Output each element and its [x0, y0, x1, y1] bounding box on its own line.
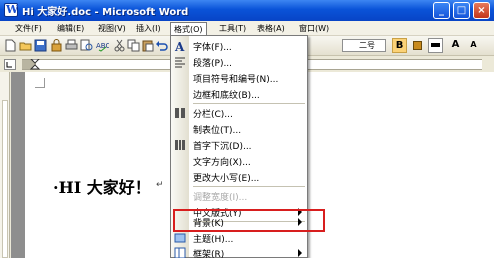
menu-window[interactable]: 窗口(W)	[296, 22, 332, 35]
font-icon: A	[174, 40, 185, 52]
menu-item-label: 分栏(C)...	[193, 110, 233, 120]
menu-item-label: 边框和底纹(B)...	[193, 91, 260, 101]
menu-item-drop-cap[interactable]: 首字下沉(D)...	[171, 137, 307, 153]
open-folder-icon[interactable]	[19, 39, 32, 52]
indent-marker-icon[interactable]	[30, 59, 40, 70]
menu-tools[interactable]: 工具(T)	[216, 22, 249, 35]
menu-item-font[interactable]: A 字体(F)...	[171, 38, 307, 54]
submenu-arrow-icon	[298, 249, 302, 257]
shrink-font-button[interactable]: A	[466, 38, 481, 53]
menu-insert[interactable]: 插入(I)	[133, 22, 164, 35]
font-color-button[interactable]	[428, 38, 443, 53]
columns-icon	[175, 108, 185, 118]
menu-view[interactable]: 视图(V)	[95, 22, 129, 35]
close-button[interactable]: ×	[473, 2, 490, 19]
menu-item-columns[interactable]: 分栏(C)...	[171, 105, 307, 121]
tab-selector-icon[interactable]	[4, 59, 16, 70]
paste-icon[interactable]	[141, 39, 154, 52]
menu-item-label: 主题(H)...	[193, 235, 234, 245]
menu-item-label: 首字下沉(D)...	[193, 142, 252, 152]
vertical-ruler-scale	[2, 100, 8, 258]
menu-item-paragraph[interactable]: 段落(P)...	[171, 54, 307, 70]
maximize-button[interactable]: □	[453, 2, 470, 19]
paragraph-mark: ↵	[156, 180, 164, 190]
bold-button[interactable]: B	[392, 38, 407, 53]
document-text[interactable]: ·HI 大家好！	[53, 174, 151, 198]
menu-item-label: 调整宽度(I)...	[193, 193, 248, 203]
font-size-select[interactable]: 二号	[342, 39, 386, 52]
title-bar: W Hi 大家好.doc - Microsoft Word _ □ ×	[0, 0, 494, 21]
menu-file[interactable]: 文件(F)	[12, 22, 45, 35]
menu-item-label: 框架(R)	[193, 250, 225, 258]
margin-corner-mark	[35, 78, 45, 88]
paragraph-icon	[175, 57, 185, 68]
highlight-color-button[interactable]	[410, 38, 425, 53]
menu-item-label: 文字方向(X)...	[193, 158, 251, 168]
grow-font-button[interactable]: A	[448, 38, 463, 53]
menu-separator	[193, 186, 305, 187]
svg-text:ABC: ABC	[96, 42, 109, 50]
menu-item-borders-shading[interactable]: 边框和底纹(B)...	[171, 86, 307, 102]
cut-icon[interactable]	[113, 39, 126, 52]
menu-bar: 文件(F) 编辑(E) 视图(V) 插入(I) 格式(O) 工具(T) 表格(A…	[0, 21, 494, 36]
menu-item-label: 更改大小写(E)...	[193, 174, 260, 184]
menu-format[interactable]: 格式(O)	[170, 22, 207, 36]
permission-icon[interactable]	[50, 39, 63, 52]
menu-item-adjust-width: 调整宽度(I)...	[171, 188, 307, 204]
print-icon[interactable]	[65, 39, 78, 52]
menu-edit[interactable]: 编辑(E)	[54, 22, 87, 35]
menu-item-label: 段落(P)...	[193, 59, 233, 69]
undo-icon[interactable]	[155, 39, 168, 52]
vertical-ruler[interactable]	[0, 72, 10, 258]
drop-cap-icon	[175, 140, 185, 150]
copy-icon[interactable]	[127, 39, 140, 52]
menu-item-tabs[interactable]: 制表位(T)...	[171, 121, 307, 137]
menu-item-bullets-numbering[interactable]: 项目符号和编号(N)...	[171, 70, 307, 86]
word-app-icon[interactable]: W	[4, 3, 18, 17]
frames-icon	[174, 247, 186, 258]
svg-text:A: A	[174, 40, 185, 52]
save-icon[interactable]	[34, 39, 47, 52]
app-icon-letter: W	[6, 3, 19, 16]
menu-item-label: 项目符号和编号(N)...	[193, 75, 279, 85]
menu-item-label: 字体(F)...	[193, 43, 232, 53]
annotation-highlight-box	[173, 209, 325, 232]
menu-separator	[193, 103, 305, 104]
print-preview-icon[interactable]	[80, 39, 93, 52]
menu-item-label: 制表位(T)...	[193, 126, 242, 136]
minimize-button[interactable]: _	[433, 2, 450, 19]
spelling-icon[interactable]: ABC	[96, 39, 109, 52]
new-document-icon[interactable]	[4, 39, 17, 52]
window-title: Hi 大家好.doc - Microsoft Word	[22, 7, 189, 18]
menu-item-frames[interactable]: 框架(R)	[171, 245, 307, 258]
theme-icon	[174, 233, 186, 243]
menu-item-theme[interactable]: 主题(H)...	[171, 230, 307, 246]
menu-item-text-direction[interactable]: 文字方向(X)...	[171, 153, 307, 169]
menu-table[interactable]: 表格(A)	[254, 22, 288, 35]
menu-item-change-case[interactable]: 更改大小写(E)...	[171, 169, 307, 185]
